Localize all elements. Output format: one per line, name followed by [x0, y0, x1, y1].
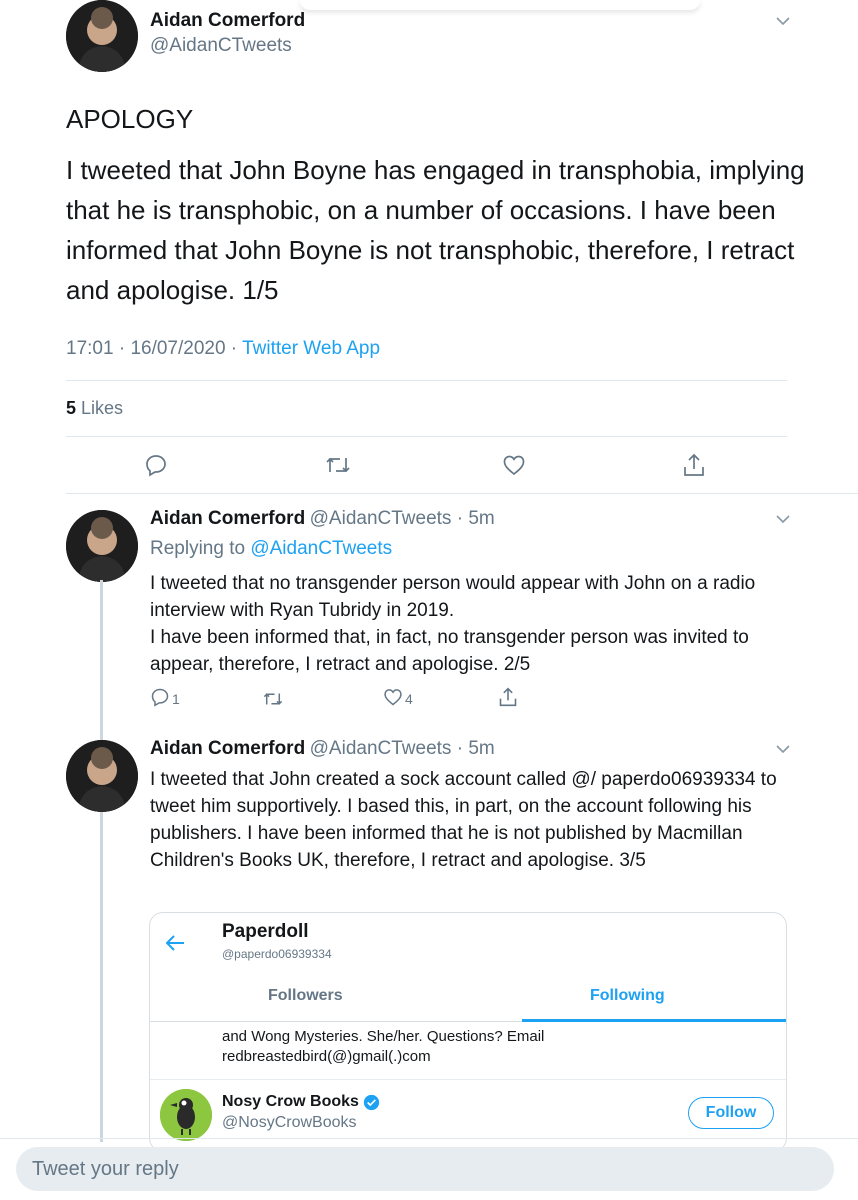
embed-follow-button: Follow [688, 1097, 774, 1129]
like-action[interactable]: 4 [383, 687, 413, 707]
replying-prefix: Replying to [150, 538, 246, 559]
tweet-body: I tweeted that no transgender person wou… [150, 573, 756, 675]
reply-icon [151, 688, 169, 707]
likes-label: Likes [81, 398, 124, 418]
divider [150, 1079, 786, 1080]
embed-account-name: Nosy Crow Books [222, 1093, 359, 1110]
active-tab-indicator [522, 1019, 786, 1022]
retweet-icon[interactable] [324, 453, 352, 477]
embed-account-name-row: Nosy Crow Books [222, 1093, 380, 1111]
thread-connector [100, 580, 103, 740]
reply-action[interactable]: 1 [150, 687, 180, 707]
embed-tab-followers: Followers [268, 987, 343, 1004]
chevron-down-icon[interactable] [775, 514, 791, 524]
embedded-image[interactable]: Paperdoll @paperdo06939334 Followers Fol… [149, 912, 787, 1152]
avatar[interactable] [66, 740, 138, 812]
replying-to: Replying to @AidanCTweets [150, 538, 392, 560]
divider [66, 493, 858, 494]
reply-bar[interactable] [16, 1147, 834, 1191]
author-handle[interactable]: @AidanCTweets [310, 508, 452, 529]
tweet-time-ago[interactable]: 5m [468, 508, 494, 529]
crow-avatar [160, 1089, 212, 1141]
divider [66, 436, 787, 437]
embed-profile-handle: @paperdo06939334 [222, 947, 332, 961]
likes-count: 5 [66, 398, 77, 418]
embed-bio-line: and Wong Mysteries. She/her. Questions? … [222, 1028, 545, 1045]
author-handle[interactable]: @AidanCTweets [150, 35, 292, 57]
reply-header: Aidan Comerford @AidanCTweets · 5m [150, 738, 495, 759]
embed-account-handle: @NosyCrowBooks [222, 1114, 357, 1131]
author-name[interactable]: Aidan Comerford [150, 508, 305, 529]
replying-to-link[interactable]: @AidanCTweets [250, 538, 392, 559]
tweet-time-ago[interactable]: 5m [468, 738, 494, 759]
reply-count: 1 [172, 691, 180, 707]
tweet-source-app[interactable]: Twitter Web App [242, 338, 380, 359]
tweet-body: I tweeted that John created a sock accou… [150, 769, 777, 871]
top-sheet-edge [300, 0, 700, 10]
divider [0, 1138, 858, 1139]
tweet-date[interactable]: 16/07/2020 [130, 338, 225, 359]
embed-bio: and Wong Mysteries. She/her. Questions? … [222, 1027, 544, 1067]
tweet-body: I tweeted that John Boyne has engaged in… [66, 155, 805, 305]
tweet-meta: 17:01 · 16/07/2020 · Twitter Web App [66, 338, 381, 359]
author-name[interactable]: Aidan Comerford [150, 738, 305, 759]
verified-badge-icon [363, 1094, 380, 1110]
thread-connector [100, 812, 103, 1142]
embed-bio-line: redbreastedbird(@)gmail(.)com [222, 1048, 431, 1065]
like-icon [384, 689, 402, 706]
author-handle[interactable]: @AidanCTweets [310, 738, 452, 759]
author-name[interactable]: Aidan Comerford [150, 10, 305, 32]
retweet-icon[interactable] [262, 689, 284, 709]
embed-tab-following: Following [590, 987, 665, 1004]
reply-header: Aidan Comerford @AidanCTweets · 5m [150, 508, 495, 529]
reply-icon[interactable] [144, 453, 168, 477]
avatar[interactable] [66, 510, 138, 582]
embed-profile-name: Paperdoll [222, 921, 309, 942]
likes-summary[interactable]: 5 Likes [66, 398, 123, 419]
share-icon[interactable] [498, 686, 518, 708]
tweet-title: APOLOGY [66, 104, 194, 134]
divider [66, 380, 787, 381]
like-icon[interactable] [502, 453, 526, 477]
chevron-down-icon[interactable] [775, 16, 791, 26]
tweet-time[interactable]: 17:01 [66, 338, 114, 359]
reply-input[interactable] [32, 1147, 822, 1191]
avatar[interactable] [66, 0, 138, 72]
like-count: 4 [405, 691, 413, 707]
chevron-down-icon[interactable] [775, 744, 791, 754]
back-arrow-icon [164, 933, 188, 958]
share-icon[interactable] [682, 452, 706, 478]
